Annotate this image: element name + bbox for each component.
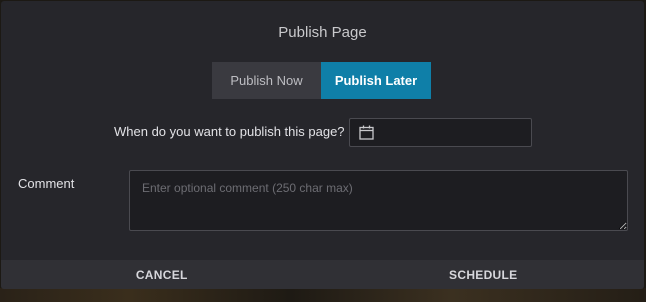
- schedule-button[interactable]: SCHEDULE: [323, 260, 645, 289]
- comment-input[interactable]: [129, 170, 628, 231]
- publish-later-option[interactable]: Publish Later: [321, 62, 431, 99]
- dialog-footer: CANCEL SCHEDULE: [1, 260, 644, 289]
- comment-label: Comment: [18, 176, 75, 191]
- schedule-date-label: When do you want to publish this page?: [114, 124, 345, 139]
- cancel-button[interactable]: CANCEL: [1, 260, 323, 289]
- publish-mode-toggle: Publish Now Publish Later: [212, 62, 431, 99]
- schedule-date-input[interactable]: [349, 118, 532, 147]
- dialog-title: Publish Page: [278, 24, 367, 41]
- calendar-icon[interactable]: [359, 125, 374, 140]
- background-strip: [0, 288, 646, 302]
- publish-page-dialog: Publish Page Publish Now Publish Later W…: [1, 1, 644, 289]
- publish-now-option[interactable]: Publish Now: [212, 62, 321, 99]
